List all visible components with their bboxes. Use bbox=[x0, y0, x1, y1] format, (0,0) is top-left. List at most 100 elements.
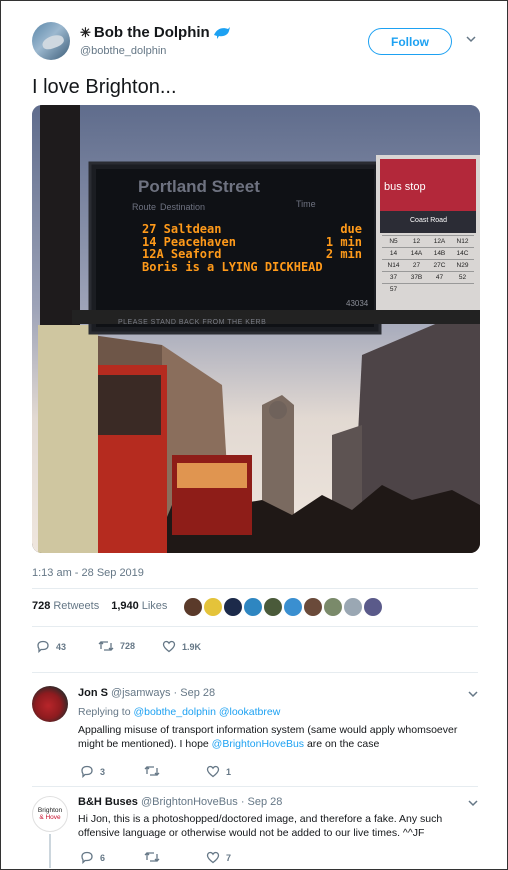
avatar[interactable] bbox=[344, 598, 362, 616]
avatar[interactable] bbox=[204, 598, 222, 616]
sign-id: 43034 bbox=[346, 299, 369, 308]
retweets-stat[interactable]: 728 Retweets bbox=[32, 600, 99, 612]
reply-action[interactable]: 43 bbox=[36, 640, 66, 653]
busstop-route-row: N14 27 27C N29 bbox=[382, 259, 474, 271]
thread-line bbox=[49, 834, 51, 868]
busstop-route-cell bbox=[428, 284, 451, 295]
busstop-route-row: 37 37B 47 52 bbox=[382, 271, 474, 283]
divider bbox=[32, 626, 478, 627]
busstop-route-cell: N5 bbox=[389, 238, 398, 245]
busstop-route-cell: 12A bbox=[433, 238, 446, 245]
chevron-down-icon[interactable] bbox=[466, 34, 476, 44]
busstop-route-row: 57 bbox=[382, 283, 474, 295]
sign-led-rows: 27 Saltdean due 14 Peacehaven 1 min 12A Se… bbox=[142, 223, 362, 273]
like-action[interactable]: 7 bbox=[206, 851, 231, 864]
sign-col-time: Time bbox=[296, 199, 316, 209]
avatar-text: & Hove bbox=[39, 814, 61, 821]
avatar[interactable] bbox=[184, 598, 202, 616]
reply-author[interactable]: B&H Buses @BrightonHoveBus · Sep 28 bbox=[78, 796, 282, 808]
sign-row: 27 Saltdean due bbox=[142, 222, 362, 236]
reply-count: 43 bbox=[56, 641, 67, 652]
busstop-route-cell: 27C bbox=[433, 262, 446, 269]
reply-icon bbox=[36, 640, 50, 653]
busstop-route-cell: 52 bbox=[458, 274, 467, 281]
avatar[interactable] bbox=[364, 598, 382, 616]
busstop-route-cell: 12 bbox=[412, 238, 421, 245]
like-action[interactable]: 1.9K bbox=[162, 640, 201, 653]
retweet-action[interactable] bbox=[144, 851, 160, 863]
busstop-route-cell: 14 bbox=[389, 250, 398, 257]
author-display-name[interactable]: ✳ Bob the Dolphin bbox=[80, 24, 231, 41]
replying-to-link[interactable]: @bobthe_dolphin @lookatbrew bbox=[133, 706, 280, 718]
chevron-down-icon[interactable] bbox=[468, 798, 478, 808]
heart-icon bbox=[206, 851, 220, 864]
divider bbox=[32, 588, 478, 589]
busstop-road: Coast Road bbox=[410, 217, 447, 224]
like-count: 1 bbox=[226, 766, 232, 777]
reply-text: Appalling misuse of transport informatio… bbox=[78, 724, 458, 750]
avatar[interactable] bbox=[244, 598, 262, 616]
divider bbox=[32, 786, 478, 787]
busstop-route-cell: 37B bbox=[410, 274, 423, 281]
busstop-route-cell: 37 bbox=[389, 274, 398, 281]
avatar[interactable] bbox=[284, 598, 302, 616]
mention-link[interactable]: @BrightonHoveBus bbox=[212, 738, 304, 750]
sign-col-destination: Destination bbox=[160, 202, 206, 212]
avatar[interactable] bbox=[324, 598, 342, 616]
sign-row: Boris is a LYING DICKHEAD bbox=[142, 259, 323, 274]
reply-action[interactable]: 6 bbox=[80, 851, 105, 864]
busstop-route-cell: 47 bbox=[435, 274, 444, 281]
spider-icon: ✳ bbox=[80, 24, 91, 40]
divider bbox=[32, 672, 478, 673]
like-count: 1.9K bbox=[182, 641, 202, 652]
busstop-route-cell bbox=[405, 284, 428, 295]
avatar[interactable] bbox=[32, 686, 68, 722]
tweet-photo[interactable]: Portland Street Route Destination Time 2… bbox=[32, 105, 480, 553]
reply-count: 3 bbox=[100, 766, 106, 777]
retweet-action[interactable]: 728 bbox=[98, 640, 135, 652]
avatar[interactable]: Brighton & Hove bbox=[32, 796, 68, 832]
avatar[interactable] bbox=[264, 598, 282, 616]
dolphin-icon bbox=[213, 26, 231, 40]
avatar[interactable] bbox=[304, 598, 322, 616]
replying-to: Replying to @bobthe_dolphin @lookatbrew bbox=[78, 706, 281, 718]
busstop-route-cell: 27 bbox=[412, 262, 421, 269]
busstop-route-cell: N12 bbox=[456, 238, 469, 245]
tweet-text: I love Brighton... bbox=[32, 76, 177, 98]
reply-icon bbox=[80, 851, 94, 864]
busstop-route-cell: 14A bbox=[410, 250, 423, 257]
reply-text: Hi Jon, this is a photoshopped/doctored … bbox=[78, 813, 443, 839]
avatar-text: Brighton bbox=[37, 807, 63, 814]
sign-column-headers: Route Destination bbox=[132, 202, 205, 212]
busstop-route-cell: 57 bbox=[389, 286, 398, 293]
author-avatar[interactable] bbox=[32, 22, 70, 60]
retweet-count: 728 bbox=[120, 641, 136, 651]
busstop-route-cell bbox=[451, 284, 474, 295]
author-name-text: Bob the Dolphin bbox=[93, 24, 210, 41]
avatar[interactable] bbox=[224, 598, 242, 616]
tweet-timestamp[interactable]: 1:13 am - 28 Sep 2019 bbox=[32, 567, 144, 579]
heart-icon bbox=[162, 640, 176, 653]
liker-avatars bbox=[184, 598, 382, 616]
sign-stop-name: Portland Street bbox=[138, 177, 260, 196]
busstop-route-cell: N29 bbox=[456, 262, 469, 269]
like-count: 7 bbox=[226, 852, 232, 863]
busstop-route-row: 14 14A 14B 14C bbox=[382, 247, 474, 259]
busstop-route-row: N5 12 12A N12 bbox=[382, 235, 474, 247]
sign-row: 12A Seaford 2 min bbox=[142, 247, 362, 261]
author-handle[interactable]: @bobthe_dolphin bbox=[80, 45, 166, 57]
retweet-icon bbox=[144, 765, 160, 777]
sign-col-route: Route bbox=[132, 202, 157, 212]
reply-count: 6 bbox=[100, 852, 106, 863]
likes-stat[interactable]: 1,940 Likes bbox=[111, 600, 167, 612]
chevron-down-icon[interactable] bbox=[468, 689, 478, 699]
retweet-action[interactable] bbox=[144, 765, 160, 777]
sign-footer: PLEASE STAND BACK FROM THE KERB bbox=[118, 319, 267, 326]
reply-author[interactable]: Jon S @jsamways · Sep 28 bbox=[78, 687, 215, 699]
reply-action[interactable]: 3 bbox=[80, 765, 105, 778]
follow-button[interactable]: Follow bbox=[368, 28, 452, 55]
retweet-icon bbox=[98, 640, 114, 652]
heart-icon bbox=[206, 765, 220, 778]
busstop-route-cell: N14 bbox=[387, 262, 400, 269]
like-action[interactable]: 1 bbox=[206, 765, 231, 778]
